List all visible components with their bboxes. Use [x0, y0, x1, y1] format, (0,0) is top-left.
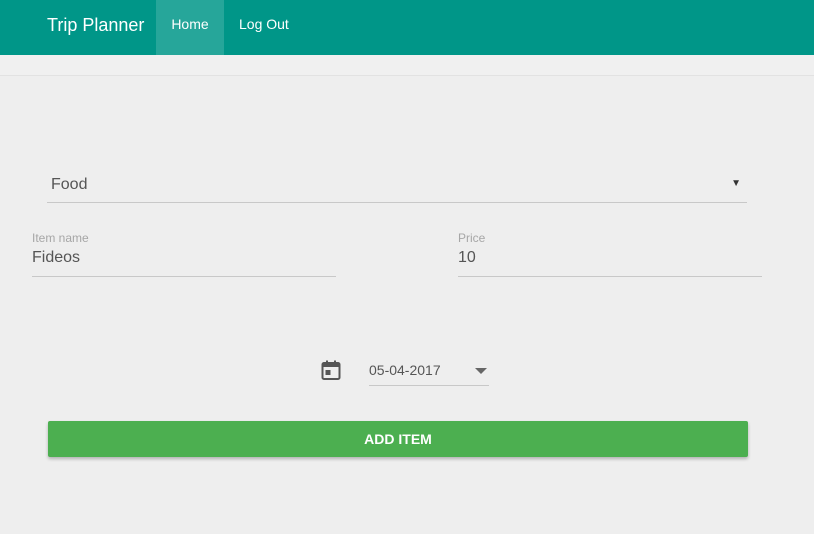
subheader-strip — [0, 55, 814, 76]
date-dropdown-arrow-icon — [475, 368, 487, 374]
nav-home[interactable]: Home — [156, 0, 224, 55]
category-select-value: Food — [51, 176, 88, 193]
price-field: Price — [458, 231, 762, 277]
date-value: 05-04-2017 — [369, 362, 441, 378]
item-name-label: Item name — [32, 231, 89, 245]
top-navbar: Trip Planner Home Log Out — [0, 0, 814, 55]
nav-logout[interactable]: Log Out — [223, 0, 305, 50]
add-item-button[interactable]: ADD ITEM — [48, 421, 748, 457]
brand-title[interactable]: Trip Planner — [47, 0, 144, 50]
dropdown-arrow-icon: ▼ — [731, 178, 741, 189]
item-name-input[interactable] — [32, 247, 336, 269]
price-input[interactable] — [458, 247, 762, 269]
calendar-icon[interactable] — [321, 360, 341, 380]
item-name-field: Item name — [32, 231, 336, 277]
date-picker[interactable]: 05-04-2017 — [369, 356, 489, 386]
price-label: Price — [458, 231, 486, 245]
category-select[interactable]: Food ▼ — [47, 168, 747, 203]
